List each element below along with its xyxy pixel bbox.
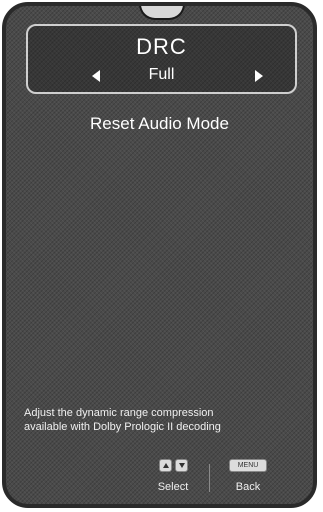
drc-setting-box[interactable]: DRC Full xyxy=(26,24,297,94)
back-button[interactable]: MENU Back xyxy=(218,459,278,503)
help-line-2: available with Dolby Prologic II decodin… xyxy=(24,421,221,433)
back-keys: MENU xyxy=(218,459,278,475)
arrow-up-key-icon xyxy=(158,459,172,472)
menu-key-icon: MENU xyxy=(229,459,267,472)
arrow-right-icon[interactable] xyxy=(255,70,263,82)
button-divider xyxy=(209,464,210,492)
setting-title: DRC xyxy=(136,34,187,59)
osd-panel: DRC Full Reset Audio Mode Adjust the dyn… xyxy=(2,2,317,508)
arrow-down-key-icon xyxy=(174,459,188,472)
panel-notch xyxy=(139,6,185,20)
help-line-1: Adjust the dynamic range compression xyxy=(24,407,214,419)
select-button[interactable]: Select xyxy=(143,459,203,503)
back-button-label: Back xyxy=(235,481,261,493)
help-text: Adjust the dynamic range compression ava… xyxy=(24,406,299,434)
select-keys xyxy=(143,459,203,475)
select-button-label: Select xyxy=(157,481,189,493)
menu-item-reset-audio-mode[interactable]: Reset Audio Mode xyxy=(6,114,313,134)
